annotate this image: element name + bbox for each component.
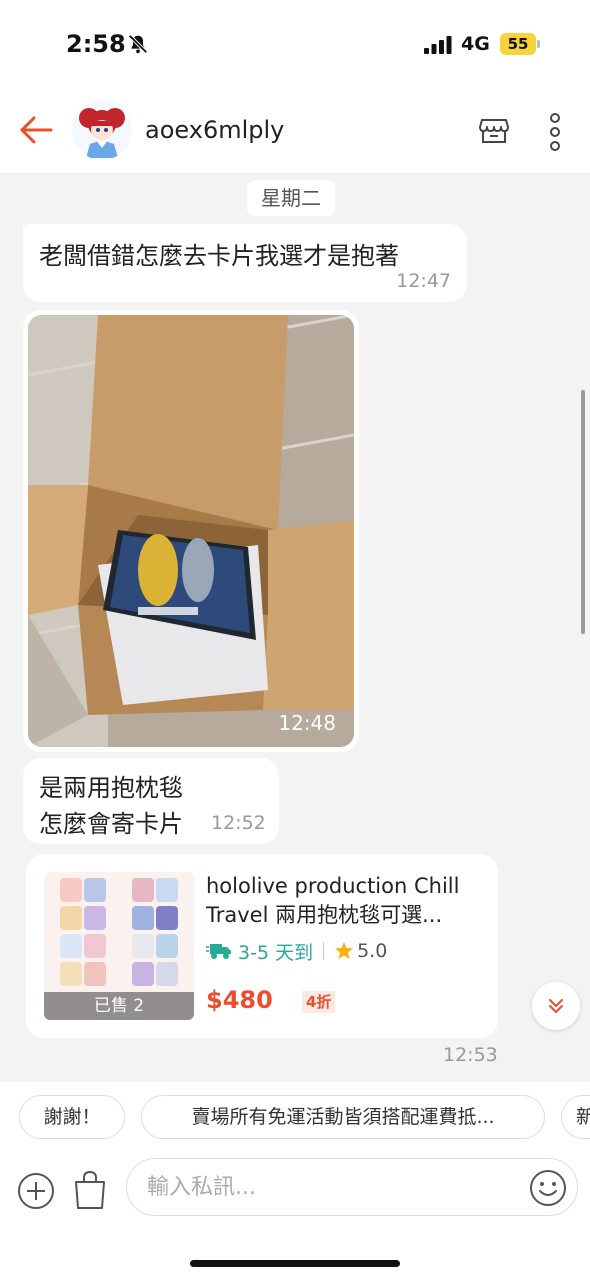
battery-indicator: 55	[500, 33, 540, 55]
quick-reply-chip[interactable]: 謝謝！	[19, 1095, 125, 1139]
status-bar: 2:58 4G 55	[0, 0, 590, 90]
quick-reply-chip[interactable]: 新	[561, 1095, 590, 1139]
message-text: 怎麼會寄卡片	[39, 810, 183, 838]
shopping-bag-icon[interactable]	[72, 1170, 108, 1210]
chat-username[interactable]: aoex6mlply	[145, 116, 284, 144]
signal-icon	[424, 36, 452, 54]
product-price: $480	[206, 986, 273, 1014]
chat-area[interactable]: 星期二 老闆借錯怎麼去卡片我選才是抱著 12:47 12:48 是兩用抱枕毯 怎…	[0, 174, 590, 1082]
product-title-line: hololive production Chill	[206, 874, 460, 898]
home-indicator	[190, 1260, 400, 1267]
back-arrow-icon[interactable]	[18, 112, 54, 148]
battery-level: 55	[500, 33, 536, 55]
shop-icon[interactable]	[478, 114, 510, 146]
product-image[interactable]: 已售 2	[44, 872, 194, 1020]
avatar[interactable]	[72, 100, 132, 160]
quick-replies: 謝謝！ 賣場所有免運活動皆須搭配運費抵... 新	[0, 1082, 590, 1152]
network-label: 4G	[461, 33, 490, 55]
message-input[interactable]	[126, 1158, 578, 1216]
more-options-icon[interactable]	[543, 112, 567, 152]
discount-badge: 4折	[302, 991, 336, 1013]
chat-header: aoex6mlply	[0, 90, 590, 174]
delivery-row: 3-5 天到 5.0	[206, 938, 387, 964]
bell-slash-icon	[128, 34, 148, 54]
product-card[interactable]: 已售 2 hololive production Chill Travel 兩用…	[26, 854, 498, 1038]
photo-thumbnail[interactable]: 12:48	[28, 315, 354, 747]
message-time: 12:53	[443, 1044, 498, 1066]
scrollbar[interactable]	[581, 390, 585, 634]
truck-icon	[206, 944, 231, 959]
product-title[interactable]: hololive production Chill Travel 兩用抱枕毯可選…	[206, 872, 486, 930]
message-time: 12:52	[211, 812, 266, 834]
message-time: 12:47	[396, 270, 451, 292]
quick-reply-chip[interactable]: 賣場所有免運活動皆須搭配運費抵...	[141, 1095, 545, 1139]
message-bubble[interactable]: 老闆借錯怎麼去卡片我選才是抱著 12:47	[23, 224, 467, 302]
message-bubble[interactable]: 是兩用抱枕毯 怎麼會寄卡片 12:52	[23, 758, 279, 844]
product-title-line: Travel 兩用抱枕毯可選...	[206, 903, 443, 927]
chevron-double-down-icon	[549, 999, 563, 1013]
message-time: 12:48	[278, 711, 336, 735]
star-icon	[335, 942, 354, 959]
sold-count: 已售 2	[44, 992, 194, 1020]
image-message[interactable]: 12:48	[23, 310, 359, 752]
input-bar	[0, 1152, 590, 1280]
date-separator: 星期二	[247, 180, 335, 216]
plus-icon[interactable]	[17, 1172, 55, 1210]
message-text: 老闆借錯怎麼去卡片我選才是抱著	[39, 242, 399, 270]
delivery-time: 3-5 天到	[238, 941, 314, 964]
emoji-icon[interactable]	[529, 1169, 567, 1207]
message-text: 是兩用抱枕毯	[39, 774, 183, 802]
status-time: 2:58	[66, 30, 126, 58]
rating: 5.0	[357, 940, 388, 962]
scroll-down-button[interactable]	[532, 982, 580, 1030]
